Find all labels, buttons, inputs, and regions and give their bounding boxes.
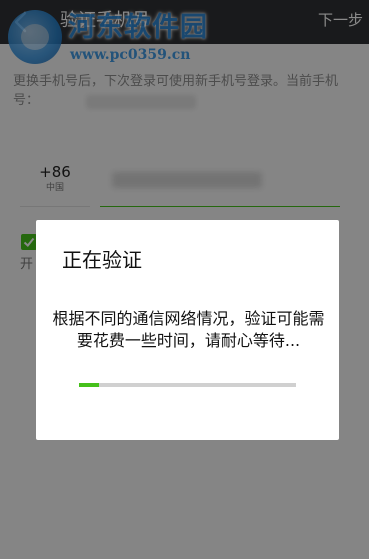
- dialog-title: 正在验证: [62, 248, 142, 272]
- dialog-message: 根据不同的通信网络情况，验证可能需要花费一些时间，请耐心等待...: [52, 309, 325, 350]
- progress-bar-fill: [79, 383, 99, 387]
- progress-bar: [79, 383, 296, 387]
- verifying-dialog: 正在验证 根据不同的通信网络情况，验证可能需要花费一些时间，请耐心等待...: [36, 220, 339, 440]
- app-screen: 验证手机号 下一步 更换手机号后，下次登录可使用新手机号登录。当前手机号： +8…: [0, 0, 369, 559]
